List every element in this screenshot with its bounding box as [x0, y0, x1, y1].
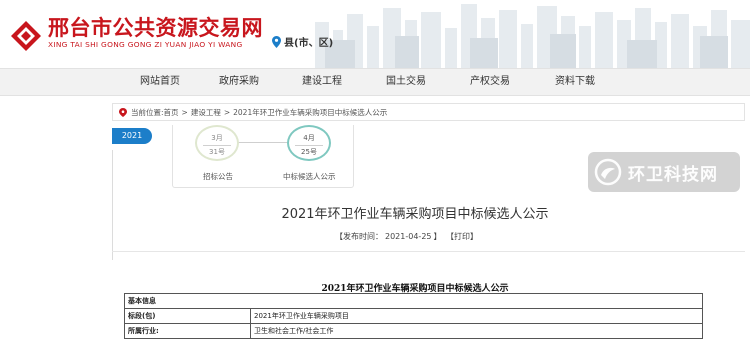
- table-cell-value: 2021年环卫作业车辆采购项目: [250, 308, 703, 324]
- publish-time-suffix: 】: [433, 232, 442, 241]
- table-row: 基本信息: [124, 293, 703, 309]
- breadcrumb-separator: >: [223, 107, 231, 117]
- site-header: 邢台市公共资源交易网 XING TAI SHI GONG GONG ZI YUA…: [0, 0, 750, 68]
- timeline-step-label[interactable]: 招标公告: [203, 171, 233, 182]
- nav-item-gov-procurement[interactable]: 政府采购: [204, 69, 274, 95]
- article-divider: [112, 251, 745, 252]
- site-logo-icon: [11, 21, 41, 51]
- timeline-step-month: 4月: [303, 134, 315, 142]
- table-cell-label: 所属行业:: [124, 323, 251, 339]
- breadcrumb-prefix: 当前位置:: [131, 107, 164, 117]
- county-selector[interactable]: 县(市、区): [272, 34, 333, 49]
- main-nav: 网站首页 政府采购 建设工程 国土交易 产权交易 资料下载: [0, 68, 750, 96]
- publish-time-prefix: 【发布时间：: [335, 232, 383, 241]
- site-title[interactable]: 邢台市公共资源交易网: [48, 12, 263, 42]
- table-cell-value: 卫生和社会工作/社会工作: [250, 323, 703, 339]
- site-subtitle: XING TAI SHI GONG GONG ZI YUAN JIAO YI W…: [48, 40, 243, 49]
- timeline-step-divider: [295, 145, 323, 146]
- watermark-text: 环卫科技网: [628, 164, 718, 185]
- article-title: 2021年环卫作业车辆采购项目中标候选人公示: [281, 207, 549, 222]
- year-tab-2021[interactable]: 2021: [112, 128, 152, 144]
- nav-item-construction[interactable]: 建设工程: [287, 69, 357, 95]
- watermark: 环卫科技网: [588, 152, 740, 192]
- table-cell-label: 标段(包): [124, 308, 251, 324]
- breadcrumb-separator: >: [181, 107, 188, 117]
- publish-date: 2021-04-25: [385, 232, 432, 241]
- timeline-step-month: 3月: [211, 134, 223, 142]
- table-row: 所属行业: 卫生和社会工作/社会工作: [124, 323, 703, 339]
- nav-item-land-trading[interactable]: 国土交易: [371, 69, 441, 95]
- watermark-logo-icon: [594, 158, 622, 186]
- breadcrumb: 当前位置: 首页 > 建设工程 > 2021年环卫作业车辆采购项目中标候选人公示: [112, 103, 745, 121]
- timeline-step-divider: [203, 145, 231, 146]
- nav-item-property-trading[interactable]: 产权交易: [455, 69, 525, 95]
- timeline-connector: [234, 142, 292, 143]
- table-row: 标段(包) 2021年环卫作业车辆采购项目: [124, 308, 703, 324]
- print-link[interactable]: 【打印】: [446, 232, 478, 241]
- nav-item-downloads[interactable]: 资料下载: [540, 69, 610, 95]
- breadcrumb-home[interactable]: 首页: [164, 107, 179, 118]
- timeline-step-day: 31号: [209, 148, 225, 156]
- breadcrumb-construction[interactable]: 建设工程: [191, 107, 221, 118]
- section-header-basic-info: 基本信息: [124, 293, 703, 309]
- location-pin-icon: [119, 107, 127, 117]
- timeline-step-candidate-notice[interactable]: 4月 25号: [287, 125, 331, 161]
- breadcrumb-current-page: 2021年环卫作业车辆采购项目中标候选人公示: [233, 107, 388, 117]
- location-pin-icon: [272, 35, 281, 48]
- timeline-step-tender-notice[interactable]: 3月 31号: [195, 125, 239, 161]
- timeline-step-label[interactable]: 中标候选人公示: [283, 171, 336, 182]
- basic-info-table: 基本信息 标段(包) 2021年环卫作业车辆采购项目 所属行业: 卫生和社会工作…: [124, 293, 703, 339]
- county-selector-label: 县(市、区): [284, 38, 334, 49]
- article-meta: 【发布时间： 2021-04-25】 【打印】: [335, 231, 480, 242]
- nav-item-home[interactable]: 网站首页: [125, 69, 195, 95]
- timeline-step-day: 25号: [301, 148, 317, 156]
